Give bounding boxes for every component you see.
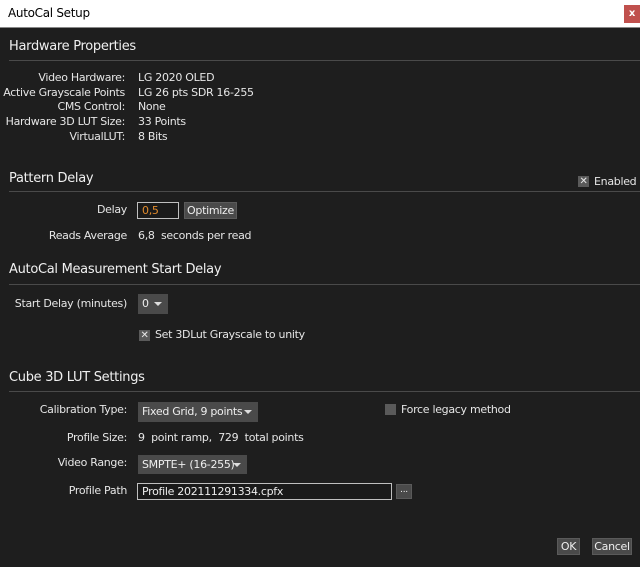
window-title: AutoCal Setup (8, 6, 90, 20)
start-delay-section-title: AutoCal Measurement Start Delay (9, 262, 222, 277)
start-delay-dropdown[interactable]: 0 (138, 294, 168, 314)
virtuallut-value: 8 Bits (138, 130, 168, 143)
lut-size-value: 33 Points (138, 115, 186, 128)
optimize-button[interactable]: Optimize (184, 202, 237, 219)
start-delay-value: 0 (142, 297, 149, 310)
profile-size-label: Profile Size: (66, 431, 127, 444)
profile-path-input[interactable]: Profile 202111291334.cpfx (137, 483, 392, 500)
ok-button[interactable]: OK (557, 538, 580, 555)
virtuallut-label: VirtualLUT: (69, 130, 126, 143)
browse-button[interactable]: ... (396, 484, 412, 499)
calibration-type-label: Calibration Type: (39, 403, 128, 416)
reads-average-value: 6,8 seconds per read (138, 229, 252, 242)
grayscale-points-value: LG 26 pts SDR 16-255 (138, 86, 254, 99)
calibration-type-dropdown[interactable]: Fixed Grid, 9 points (138, 402, 258, 422)
force-legacy-label: Force legacy method (401, 403, 511, 416)
divider (9, 60, 640, 61)
video-hardware-label: Video Hardware: (38, 71, 125, 84)
divider (9, 191, 640, 192)
cancel-button[interactable]: Cancel (592, 538, 632, 555)
video-range-value: SMPTE+ (16-255) (142, 458, 235, 471)
enabled-label: Enabled (594, 175, 637, 188)
reads-value: 6,8 (138, 229, 155, 242)
profile-size-value: 9 point ramp, 729 total points (138, 431, 304, 444)
title-bar (0, 0, 640, 28)
delay-label: Delay (96, 203, 127, 216)
unity-label: Set 3DLut Grayscale to unity (155, 328, 305, 341)
chevron-down-icon (244, 410, 252, 414)
cms-control-label: CMS Control: (57, 100, 125, 113)
pattern-section-title: Pattern Delay (9, 171, 94, 186)
video-range-label: Video Range: (57, 456, 128, 469)
unity-checkbox[interactable]: ✕ (139, 330, 150, 341)
lut-size-label: Hardware 3D LUT Size: (5, 115, 126, 128)
start-delay-label: Start Delay (minutes) (14, 297, 128, 310)
delay-input[interactable]: 0,5 (137, 202, 179, 219)
chevron-down-icon (233, 463, 241, 467)
chevron-down-icon (154, 302, 162, 306)
grayscale-points-label: Active Grayscale Points (3, 86, 125, 99)
divider (9, 391, 640, 392)
cube-section-title: Cube 3D LUT Settings (9, 370, 145, 385)
enabled-checkbox[interactable]: ✕ (578, 176, 589, 187)
hardware-section-title: Hardware Properties (9, 39, 136, 54)
divider (9, 284, 640, 285)
cms-control-value: None (138, 100, 166, 113)
video-range-dropdown[interactable]: SMPTE+ (16-255) (138, 455, 247, 474)
force-legacy-checkbox[interactable] (385, 404, 396, 415)
video-hardware-value: LG 2020 OLED (138, 71, 215, 84)
calibration-type-value: Fixed Grid, 9 points (142, 405, 243, 418)
reads-average-label: Reads Average (48, 229, 127, 242)
profile-path-label: Profile Path (68, 484, 128, 497)
reads-unit: seconds per read (161, 229, 252, 242)
close-button[interactable]: x (624, 5, 640, 23)
